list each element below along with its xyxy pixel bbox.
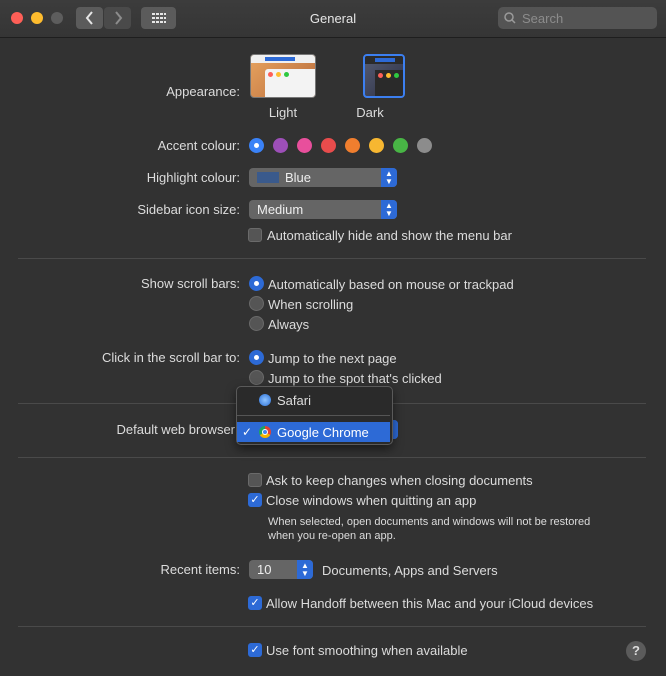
checkmark-icon: ✓ — [242, 425, 253, 439]
scrollclick-spot-label: Jump to the spot that's clicked — [268, 371, 442, 386]
menu-item-safari[interactable]: Safari — [237, 390, 390, 410]
accent-purple-swatch[interactable] — [273, 138, 288, 153]
divider — [18, 258, 646, 259]
recent-items-popup[interactable]: 10 ▲ ▼ — [249, 560, 313, 579]
default-browser-label: Default web browser — [116, 422, 236, 437]
divider — [18, 626, 646, 627]
checkmark-icon: ✓ — [250, 644, 260, 656]
recent-items-suffix: Documents, Apps and Servers — [322, 563, 498, 578]
chevron-updown-icon: ▲▼ — [297, 560, 313, 579]
scrollbars-scrolling-label: When scrolling — [268, 297, 354, 312]
highlight-swatch — [257, 172, 279, 183]
scrollclick-next-page-radio[interactable] — [249, 350, 264, 365]
accent-pink-swatch[interactable] — [297, 138, 312, 153]
divider — [18, 457, 646, 458]
thumb-dot — [276, 72, 281, 77]
chrome-icon-center — [262, 429, 268, 435]
thumb-accent — [375, 58, 395, 62]
accent-orange-swatch[interactable] — [345, 138, 360, 153]
close-windows-note-line1: When selected, open documents and window… — [268, 516, 591, 528]
appearance-light-option[interactable] — [250, 54, 316, 98]
menu-item-chrome[interactable]: ✓ Google Chrome — [237, 422, 390, 442]
scroll-click-label: Click in the scroll bar to: — [102, 350, 240, 365]
safari-icon — [259, 394, 271, 406]
font-smoothing-label: Use font smoothing when available — [266, 643, 468, 658]
recent-items-value: 10 — [257, 562, 272, 577]
chevron-updown-icon: ▲▼ — [381, 200, 397, 219]
search-icon — [504, 12, 516, 24]
appearance-dark-label: Dark — [356, 105, 384, 120]
menubar-label: Automatically hide and show the menu bar — [267, 228, 512, 243]
thumb-window — [375, 70, 403, 96]
menu-item-chrome-label: Google Chrome — [277, 424, 369, 440]
checkmark-icon: ✓ — [250, 494, 260, 506]
search-field[interactable] — [498, 7, 657, 29]
scrollbars-auto-label: Automatically based on mouse or trackpad — [268, 277, 514, 292]
scrollbars-always-radio[interactable] — [249, 316, 264, 331]
ask-keep-changes-label: Ask to keep changes when closing documen… — [266, 473, 533, 488]
search-input[interactable] — [520, 9, 654, 27]
highlight-colour-popup[interactable]: Blue ▲ ▼ — [249, 168, 397, 187]
accent-blue-swatch[interactable] — [249, 138, 264, 153]
menubar-checkbox[interactable] — [248, 228, 262, 242]
scrollclick-spot-radio[interactable] — [249, 370, 264, 385]
font-smoothing-checkbox[interactable]: ✓ — [248, 643, 262, 657]
highlight-value: Blue — [285, 170, 312, 185]
checkmark-icon: ✓ — [250, 597, 260, 609]
thumb-dot — [394, 73, 399, 78]
menu-item-safari-label: Safari — [277, 392, 311, 408]
thumb-dot — [378, 73, 383, 78]
sidebar-size-label: Sidebar icon size: — [137, 202, 240, 217]
thumb-dot — [268, 72, 273, 77]
thumb-dot — [284, 72, 289, 77]
appearance-dark-option[interactable] — [363, 54, 405, 98]
thumb-dot — [386, 73, 391, 78]
scrollclick-next-page-label: Jump to the next page — [268, 351, 397, 366]
scrollbars-scrolling-radio[interactable] — [249, 296, 264, 311]
accent-yellow-swatch[interactable] — [369, 138, 384, 153]
scrollbars-always-label: Always — [268, 317, 310, 332]
highlight-colour-label: Highlight colour: — [146, 170, 240, 185]
scrollbars-auto-radio[interactable] — [249, 276, 264, 291]
sidebar-size-value: Medium — [257, 202, 304, 217]
accent-graphite-swatch[interactable] — [417, 138, 432, 153]
accent-colour-label: Accent colour: — [157, 138, 240, 153]
accent-green-swatch[interactable] — [393, 138, 408, 153]
close-windows-checkbox[interactable]: ✓ — [248, 493, 262, 507]
thumb-window — [265, 69, 315, 97]
menu-separator — [237, 415, 390, 416]
appearance-label: Appearance: — [166, 84, 240, 99]
appearance-light-label: Light — [268, 105, 298, 120]
accent-red-swatch[interactable] — [321, 138, 336, 153]
close-windows-note-line2: when you re-open an app. — [268, 530, 396, 542]
handoff-checkbox[interactable]: ✓ — [248, 596, 262, 610]
recent-items-label: Recent items: — [160, 562, 240, 577]
sidebar-size-popup[interactable]: Medium ▲ ▼ — [249, 200, 397, 219]
chrome-icon — [259, 426, 271, 438]
title-bar: General — [0, 0, 666, 38]
close-windows-label: Close windows when quitting an app — [266, 493, 477, 508]
scroll-bars-label: Show scroll bars: — [141, 276, 240, 291]
thumb-accent — [265, 57, 295, 61]
ask-keep-changes-checkbox[interactable] — [248, 473, 262, 487]
chevron-updown-icon: ▲▼ — [381, 168, 397, 187]
browser-menu: Safari ✓ Google Chrome — [236, 386, 393, 445]
help-button[interactable]: ? — [626, 641, 646, 661]
handoff-label: Allow Handoff between this Mac and your … — [266, 596, 594, 611]
